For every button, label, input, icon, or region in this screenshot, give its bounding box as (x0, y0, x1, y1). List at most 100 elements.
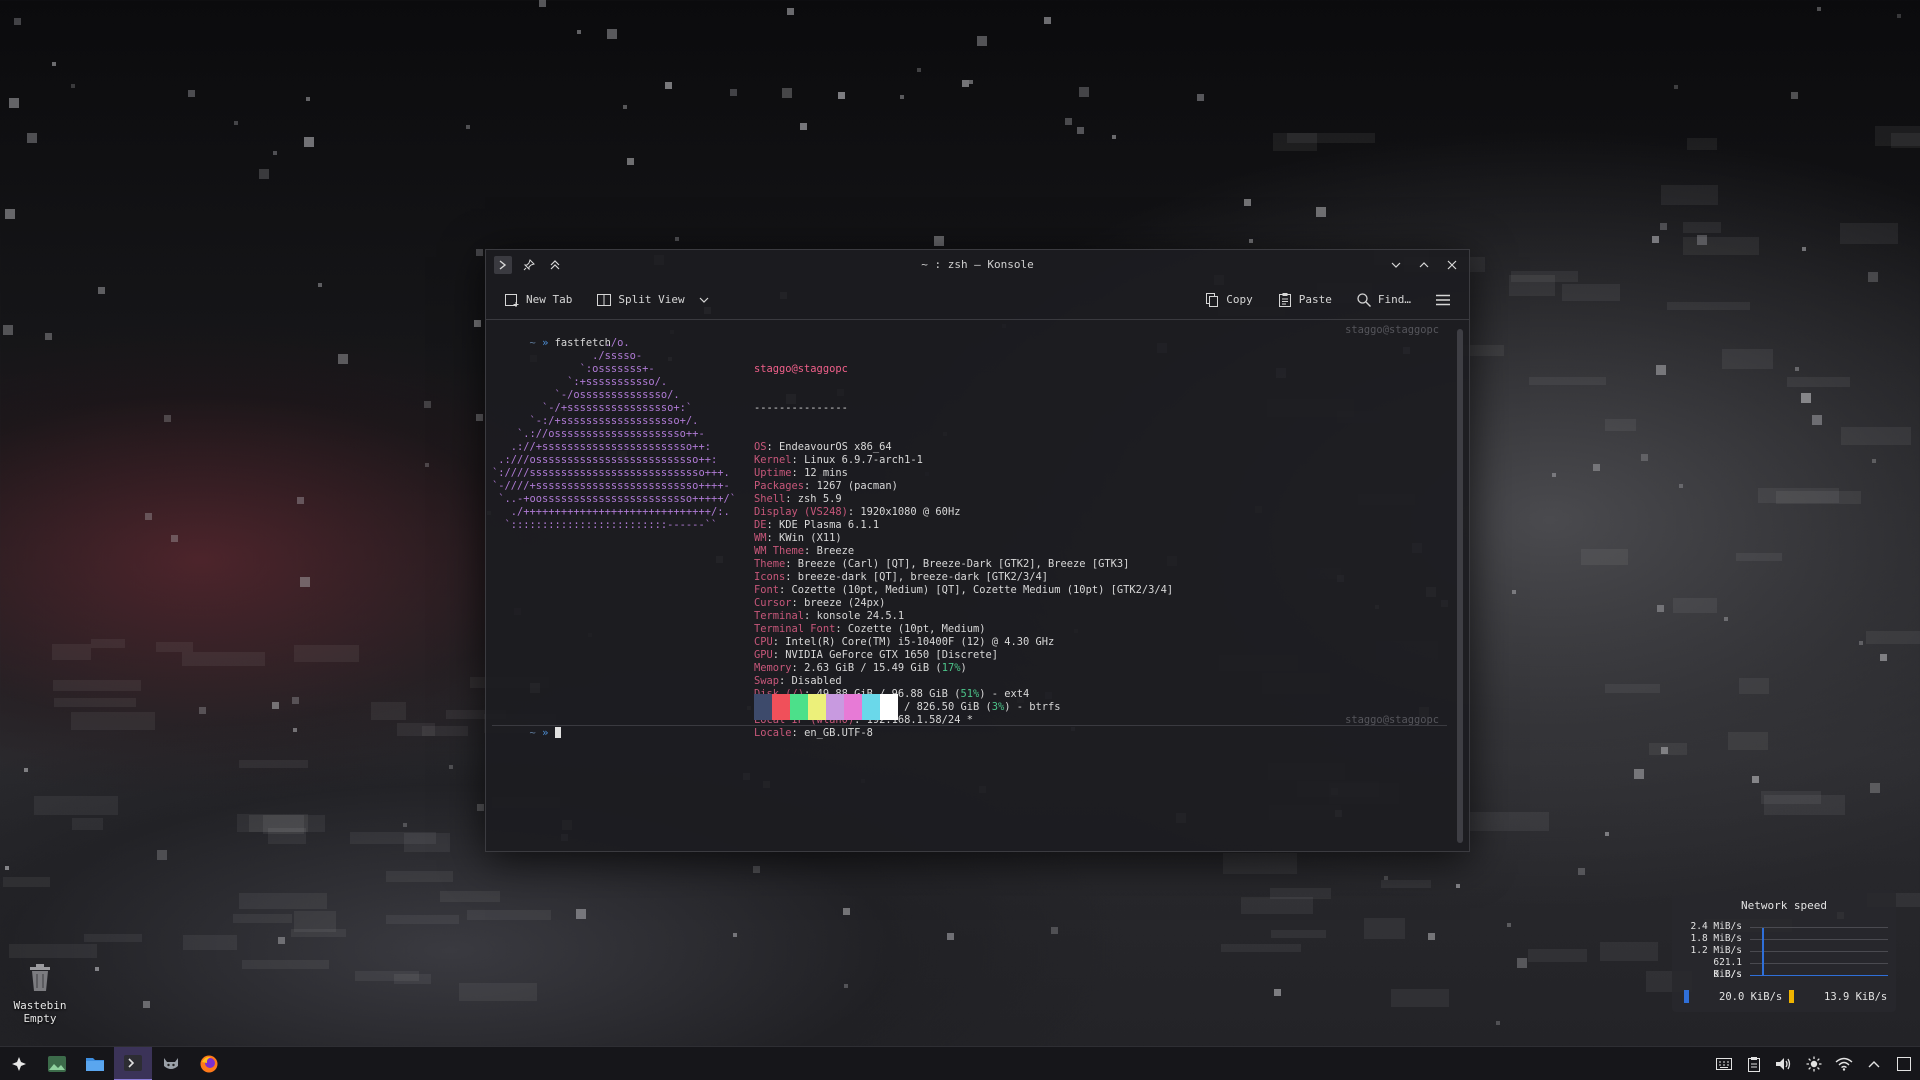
snow-ledge (156, 642, 193, 652)
brightness-icon[interactable] (1803, 1053, 1824, 1074)
snowflake (424, 401, 431, 408)
info-key: Terminal (754, 610, 805, 622)
keyboard-layout-icon[interactable] (1713, 1053, 1734, 1074)
palette-swatch (826, 694, 844, 720)
snowflake (1652, 236, 1659, 243)
konsole-window[interactable]: ~ : zsh — Konsole New Tab Split View Cop… (485, 249, 1470, 852)
palette-swatch (790, 694, 808, 720)
info-percent: 17% (941, 662, 961, 674)
snow-ledge (1649, 743, 1687, 755)
snowflake (157, 850, 167, 860)
info-line: GPU: NVIDIA GeForce GTX 1650 [Discrete] (754, 649, 998, 661)
info-value: Breeze (816, 545, 855, 557)
info-line: Display (VS248): 1920x1080 @ 60Hz (754, 506, 961, 518)
info-value: 12 mins (804, 467, 848, 479)
snow-ledge (1223, 853, 1297, 874)
titlebar[interactable]: ~ : zsh — Konsole (486, 250, 1469, 280)
upload-speed: 13.9 KiB/s (1824, 990, 1888, 1003)
snow-ledge (1581, 549, 1628, 565)
info-key: Packages (754, 480, 805, 492)
snow-ledge (1739, 678, 1769, 694)
snowflake (1674, 85, 1678, 89)
minimize-icon[interactable] (1387, 256, 1405, 274)
info-key: Uptime (754, 467, 792, 479)
download-spike (1762, 928, 1764, 975)
keep-above-icon[interactable] (546, 256, 564, 274)
info-key: WM (754, 532, 767, 544)
snow-ledge (1661, 185, 1718, 205)
app-launcher-button[interactable] (0, 1047, 38, 1080)
logo-line: `:::::::::::::::::::::::::------`` (492, 519, 718, 531)
info-key: DE (754, 519, 767, 531)
snow-ledge (1600, 942, 1658, 961)
logo-line: ./sssso- (492, 350, 643, 362)
hamburger-menu-icon (1436, 294, 1450, 305)
snow-ledge (1562, 284, 1620, 301)
split-view-button[interactable]: Split View (590, 288, 716, 312)
snow-ledge (355, 971, 419, 981)
terminal-area[interactable]: ~ » fastfetch staggo@staggopc ./o. ./sss… (486, 321, 1469, 851)
snowflake (1817, 7, 1821, 11)
snowflake (977, 36, 987, 46)
hamburger-menu-button[interactable] (1429, 288, 1457, 312)
snowflake (1197, 94, 1204, 101)
info-value: Disabled (791, 675, 842, 687)
info-suffix: ) (960, 662, 967, 674)
info-value: NVIDIA GeForce GTX 1650 [Discrete] (785, 649, 998, 661)
konsole-app-icon[interactable] (494, 255, 512, 274)
close-icon[interactable] (1443, 256, 1461, 274)
download-legend: 20.0 KiB/s (1684, 990, 1782, 1003)
palette-swatch (754, 694, 772, 720)
wifi-icon[interactable] (1833, 1053, 1854, 1074)
info-line: Kernel: Linux 6.9.7-arch1-1 (754, 454, 923, 466)
copy-button[interactable]: Copy (1198, 288, 1259, 312)
new-tab-button[interactable]: New Tab (498, 288, 578, 312)
wastebin-status: Empty (23, 1012, 57, 1025)
snowflake (143, 1001, 150, 1008)
cat-app-button[interactable] (152, 1047, 190, 1080)
snow-ledge (1673, 598, 1717, 613)
pin-icon[interactable] (520, 256, 538, 274)
info-value: zsh 5.9 (797, 493, 842, 505)
snowflake (449, 765, 453, 769)
snow-ledge (1891, 133, 1920, 148)
info-key: Shell (754, 493, 786, 505)
prompt-arrow-2: » (542, 727, 549, 739)
prompt-tilde-2: ~ (529, 727, 536, 739)
show-desktop-icon[interactable] (1893, 1053, 1914, 1074)
new-tab-label: New Tab (526, 293, 573, 306)
network-speed-widget[interactable]: Network speed 2.4 MiB/s 1.8 MiB/s 1.2 Mi… (1672, 890, 1896, 1012)
snowflake (1051, 927, 1058, 934)
snowflake (9, 98, 19, 108)
snowflake (425, 463, 429, 467)
file-manager-button[interactable] (76, 1047, 114, 1080)
logo-line: `..-+oossssssssssssssssssssssso+++++/` (492, 493, 736, 505)
user-host: staggo@staggopc (754, 363, 848, 375)
firefox-button[interactable] (190, 1047, 228, 1080)
snowflake (292, 697, 299, 704)
snow-ledge (233, 914, 292, 923)
snow-ledge (294, 911, 336, 932)
clipboard-icon[interactable] (1743, 1053, 1764, 1074)
info-key: WM Theme (754, 545, 805, 557)
info-value: konsole 24.5.1 (816, 610, 905, 622)
tray-expand-icon[interactable] (1863, 1053, 1884, 1074)
chevron-down-icon[interactable] (697, 293, 711, 307)
snow-ledge (1273, 133, 1317, 151)
snowflake (403, 823, 407, 827)
maximize-icon[interactable] (1415, 256, 1433, 274)
snow-ledge (1764, 795, 1845, 815)
scrollbar[interactable] (1457, 329, 1463, 843)
logo-line: .://+ssssssssssssssssssssssso++: (492, 441, 711, 453)
palette-swatch (808, 694, 826, 720)
snowflake (1507, 923, 1511, 927)
right-prompt-host-2: staggo@staggopc (1345, 714, 1439, 726)
volume-icon[interactable] (1773, 1053, 1794, 1074)
image-viewer-button[interactable] (38, 1047, 76, 1080)
wastebin-desktop-icon[interactable]: Wastebin Empty (8, 962, 72, 1025)
find-button[interactable]: Find… (1350, 288, 1417, 312)
konsole-task-button[interactable] (114, 1046, 152, 1080)
paste-button[interactable]: Paste (1271, 288, 1338, 312)
snowflake (1456, 884, 1460, 888)
snowflake (71, 84, 75, 88)
